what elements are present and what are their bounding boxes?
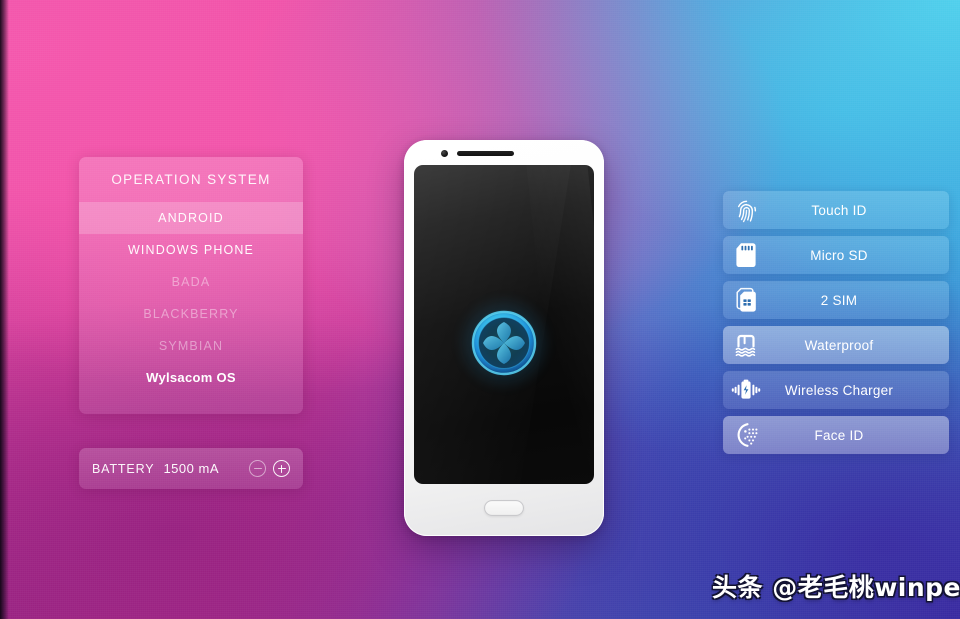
os-option-blackberry[interactable]: BLACKBERRY (79, 298, 303, 330)
phone-screen (414, 165, 594, 484)
feature-row-face-id[interactable]: Face ID (723, 416, 949, 454)
os-option-wylsacom-os[interactable]: Wylsacom OS (79, 362, 303, 394)
minus-bar (253, 467, 262, 470)
feature-list: Touch ID Micro SD 2 SIM Waterproof Wirel… (723, 191, 949, 461)
sim-card-icon (723, 281, 769, 319)
wireless-charger-icon (723, 371, 769, 409)
os-option-label: BADA (171, 275, 211, 289)
front-camera-icon (441, 150, 448, 157)
earpiece-speaker-icon (457, 151, 514, 156)
battery-label: BATTERY (92, 461, 155, 476)
feature-row-wireless-charger[interactable]: Wireless Charger (723, 371, 949, 409)
phone-mockup (404, 140, 604, 536)
feature-label: Micro SD (810, 247, 868, 263)
feature-label: Waterproof (804, 337, 874, 353)
os-option-android[interactable]: ANDROID (79, 202, 303, 234)
fingerprint-icon (723, 191, 769, 229)
face-id-icon (723, 416, 769, 454)
os-option-windows-phone[interactable]: WINDOWS PHONE (79, 234, 303, 266)
feature-label: 2 SIM (820, 292, 858, 308)
app-canvas: OPERATION SYSTEM ANDROID WINDOWS PHONE B… (0, 0, 960, 619)
waterproof-icon (723, 326, 769, 364)
glowing-x-orb-logo-icon (456, 295, 552, 391)
plus-bar-vertical (280, 464, 283, 473)
background-left-edge-shadow (0, 0, 9, 619)
battery-stepper (249, 460, 290, 477)
feature-row-touch-id[interactable]: Touch ID (723, 191, 949, 229)
battery-control-bar: BATTERY 1500 mA (79, 448, 303, 489)
feature-label: Face ID (814, 427, 864, 443)
feature-label: Wireless Charger (784, 382, 894, 398)
os-option-bada[interactable]: BADA (79, 266, 303, 298)
feature-label: Touch ID (811, 202, 867, 218)
os-option-label: ANDROID (158, 211, 224, 225)
operation-system-title: OPERATION SYSTEM (111, 172, 271, 187)
os-option-label: BLACKBERRY (143, 307, 239, 321)
feature-row-waterproof[interactable]: Waterproof (723, 326, 949, 364)
battery-value: 1500 mA (163, 461, 219, 476)
watermark: 头条 @老毛桃winpe (712, 573, 960, 602)
panel-bottom-spacer (79, 394, 303, 414)
os-option-label: WINDOWS PHONE (127, 243, 255, 257)
os-option-label: SYMBIAN (158, 339, 224, 353)
home-button-icon[interactable] (484, 500, 524, 516)
feature-row-2-sim[interactable]: 2 SIM (723, 281, 949, 319)
minus-circle-icon[interactable] (249, 460, 266, 477)
os-option-label: Wylsacom OS (146, 370, 236, 385)
os-option-symbian[interactable]: SYMBIAN (79, 330, 303, 362)
plus-circle-icon[interactable] (273, 460, 290, 477)
operation-system-panel: OPERATION SYSTEM ANDROID WINDOWS PHONE B… (79, 157, 303, 414)
feature-row-micro-sd[interactable]: Micro SD (723, 236, 949, 274)
sd-card-icon (723, 236, 769, 274)
logo-halo (456, 295, 552, 391)
